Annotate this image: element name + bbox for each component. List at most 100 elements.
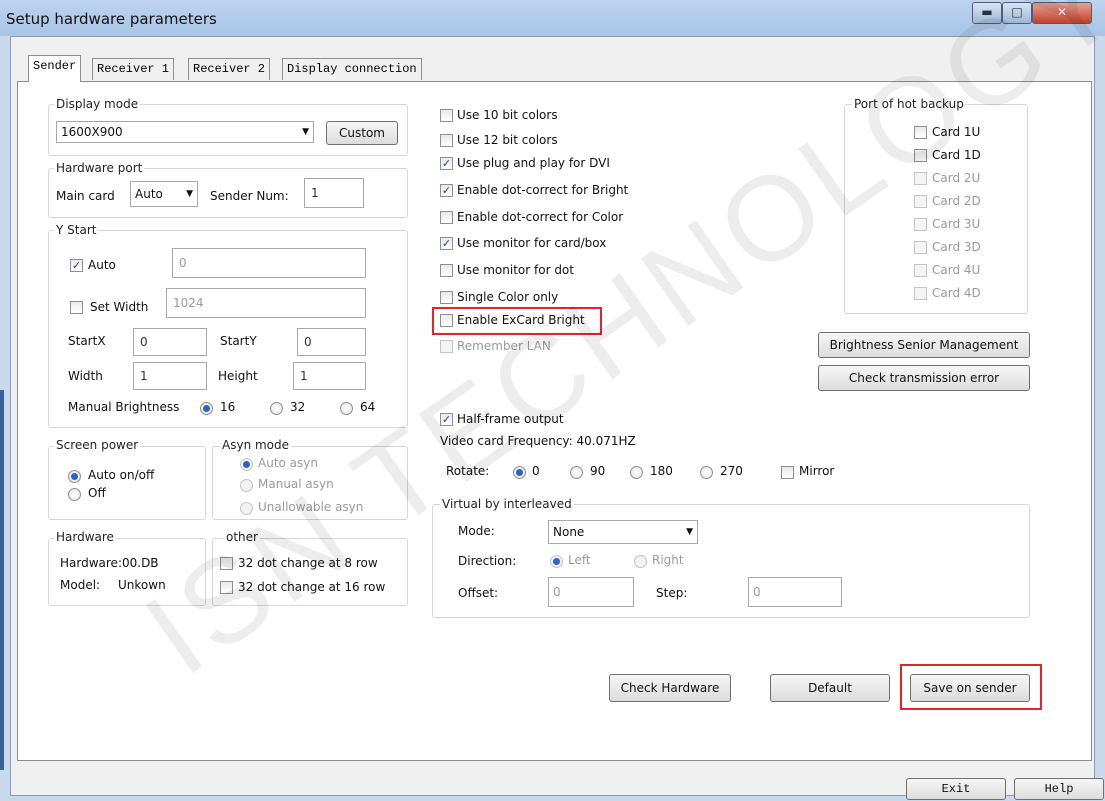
dot-change-16-row-checkbox[interactable] xyxy=(220,581,233,594)
monitor-dot-checkbox[interactable] xyxy=(440,264,453,277)
card-1d-checkbox[interactable] xyxy=(914,149,927,162)
rotate-90-radio[interactable] xyxy=(570,466,583,479)
screen-power-title: Screen power xyxy=(54,438,141,452)
check-hardware-button[interactable]: Check Hardware xyxy=(609,674,731,702)
auto-checkbox[interactable]: ✓ xyxy=(70,259,83,272)
chevron-down-icon: ▼ xyxy=(186,189,193,199)
direction-left-label: Left xyxy=(568,553,591,567)
off-label: Off xyxy=(88,486,106,500)
help-button[interactable]: Help xyxy=(1014,778,1104,800)
rotate-180-label: 180 xyxy=(650,464,673,478)
dot-correct-color-checkbox[interactable] xyxy=(440,211,453,224)
minimize-icon: ▬ xyxy=(981,5,993,19)
brightness-64-radio[interactable] xyxy=(340,402,353,415)
brightness-32-radio[interactable] xyxy=(270,402,283,415)
direction-left-radio[interactable] xyxy=(550,555,563,568)
card-3d-checkbox[interactable] xyxy=(914,241,927,254)
display-mode-title: Display mode xyxy=(54,97,141,111)
mode-select[interactable]: None ▼ xyxy=(548,520,698,544)
card-2u-checkbox[interactable] xyxy=(914,172,927,185)
brightness-16-label: 16 xyxy=(220,400,236,414)
card-4d-checkbox[interactable] xyxy=(914,287,927,300)
rotate-180-radio[interactable] xyxy=(630,466,643,479)
set-width-checkbox[interactable] xyxy=(70,301,83,314)
save-on-sender-button[interactable]: Save on sender xyxy=(910,674,1030,702)
width-label: Width xyxy=(68,369,103,383)
sender-num-field[interactable]: 1 xyxy=(304,178,364,208)
card-3d-label: Card 3D xyxy=(932,240,981,254)
brightness-64-label: 64 xyxy=(360,400,376,414)
auto-on-off-label: Auto on/off xyxy=(88,468,155,482)
use-12-bit-colors-checkbox[interactable] xyxy=(440,134,453,147)
display-mode-value: 1600X900 xyxy=(61,125,123,139)
window-title: Setup hardware parameters xyxy=(6,10,217,28)
off-radio[interactable] xyxy=(68,488,81,501)
unallowable-asyn-radio[interactable] xyxy=(240,502,253,515)
video-card-frequency: Video card Frequency: 40.071HZ xyxy=(440,434,636,448)
display-mode-select[interactable]: 1600X900 ▼ xyxy=(56,121,314,143)
set-width-field[interactable]: 1024 xyxy=(166,288,366,318)
monitor-card-box-checkbox[interactable]: ✓ xyxy=(440,237,453,250)
mirror-checkbox[interactable] xyxy=(781,466,794,479)
virtual-interleaved-title: Virtual by interleaved xyxy=(440,497,574,511)
auto-label: Auto xyxy=(88,258,116,272)
tab-receiver-1[interactable]: Receiver 1 xyxy=(92,58,175,80)
card-1u-checkbox[interactable] xyxy=(914,126,927,139)
remember-lan-checkbox[interactable] xyxy=(440,340,453,353)
excard-bright-checkbox[interactable] xyxy=(440,314,453,327)
card-4u-checkbox[interactable] xyxy=(914,264,927,277)
hot-backup-title: Port of hot backup xyxy=(852,97,966,111)
use-10-bit-colors-checkbox[interactable] xyxy=(440,109,453,122)
tab-receiver-2[interactable]: Receiver 2 xyxy=(188,58,271,80)
maximize-button[interactable]: □ xyxy=(1002,2,1032,24)
direction-right-radio[interactable] xyxy=(634,555,647,568)
close-button[interactable]: ✕ xyxy=(1032,2,1092,24)
half-frame-label: Half-frame output xyxy=(457,412,564,426)
use-10-bit-colors-label: Use 10 bit colors xyxy=(457,108,558,122)
offset-field[interactable]: 0 xyxy=(548,577,634,607)
auto-value-field[interactable]: 0 xyxy=(172,248,366,278)
step-field[interactable]: 0 xyxy=(748,577,842,607)
auto-on-off-radio[interactable] xyxy=(68,470,81,483)
title-bar[interactable]: Setup hardware parameters ▬ □ ✕ xyxy=(0,0,1105,36)
width-field[interactable]: 1 xyxy=(133,362,207,390)
rotate-270-radio[interactable] xyxy=(700,466,713,479)
manual-asyn-label: Manual asyn xyxy=(258,477,334,491)
check-transmission-error-button[interactable]: Check transmission error xyxy=(818,365,1030,391)
default-button[interactable]: Default xyxy=(770,674,890,702)
virtual-interleaved-group xyxy=(432,504,1030,618)
single-color-checkbox[interactable] xyxy=(440,291,453,304)
manual-asyn-radio[interactable] xyxy=(240,479,253,492)
main-card-value: Auto xyxy=(135,187,163,201)
asyn-mode-title: Asyn mode xyxy=(220,438,292,452)
tab-sender[interactable]: Sender xyxy=(28,55,82,82)
brightness-16-radio[interactable] xyxy=(200,402,213,415)
exit-button[interactable]: Exit xyxy=(906,778,1006,800)
tab-display-connection[interactable]: Display connection xyxy=(282,58,422,80)
plug-and-play-dvi-checkbox[interactable]: ✓ xyxy=(440,157,453,170)
rotate-0-radio[interactable] xyxy=(513,466,526,479)
startx-field[interactable]: 0 xyxy=(133,328,207,356)
auto-asyn-radio[interactable] xyxy=(240,458,253,471)
chevron-down-icon: ▼ xyxy=(302,127,309,137)
minimize-button[interactable]: ▬ xyxy=(972,2,1002,24)
hardware-title: Hardware xyxy=(54,530,116,544)
brightness-senior-management-button[interactable]: Brightness Senior Management xyxy=(818,332,1030,358)
card-4d-label: Card 4D xyxy=(932,286,981,300)
dot-change-8-row-checkbox[interactable] xyxy=(220,557,233,570)
chevron-down-icon: ▼ xyxy=(686,527,693,537)
dot-change-8-row-label: 32 dot change at 8 row xyxy=(238,556,378,570)
dot-correct-bright-checkbox[interactable]: ✓ xyxy=(440,184,453,197)
unallowable-asyn-label: Unallowable asyn xyxy=(258,500,364,514)
card-2d-checkbox[interactable] xyxy=(914,195,927,208)
starty-field[interactable]: 0 xyxy=(297,328,366,356)
height-field[interactable]: 1 xyxy=(293,362,366,390)
card-3u-checkbox[interactable] xyxy=(914,218,927,231)
custom-button[interactable]: Custom xyxy=(326,121,398,145)
hardware-version: Hardware:00.DB xyxy=(60,556,159,570)
screen-power-group xyxy=(48,446,206,520)
startx-label: StartX xyxy=(68,334,106,348)
plug-and-play-dvi-label: Use plug and play for DVI xyxy=(457,156,610,170)
half-frame-checkbox[interactable]: ✓ xyxy=(440,413,453,426)
main-card-select[interactable]: Auto ▼ xyxy=(130,181,198,207)
